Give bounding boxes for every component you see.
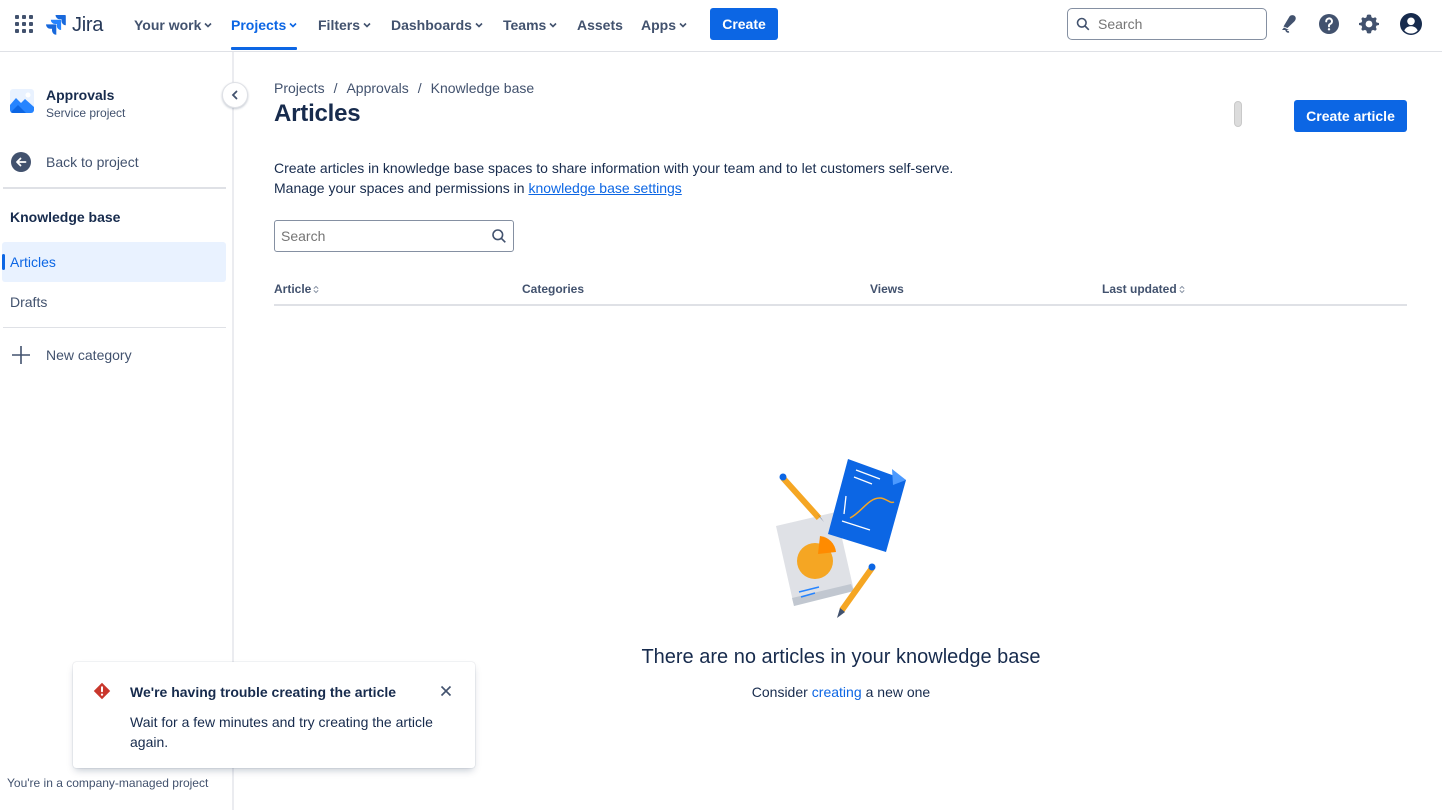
- nav-label: Assets: [577, 17, 623, 33]
- close-icon[interactable]: [437, 682, 455, 700]
- sidebar-divider: [3, 327, 226, 328]
- breadcrumb-separator: /: [333, 80, 338, 96]
- sidebar-item-label: Drafts: [10, 294, 48, 310]
- nav-label: Apps: [641, 17, 676, 33]
- nav-label: Dashboards: [391, 17, 472, 33]
- chevron-down-icon: [475, 22, 483, 28]
- jira-logo-icon: [46, 15, 66, 35]
- sort-icon: [1179, 285, 1185, 293]
- chevron-down-icon: [289, 22, 297, 28]
- column-header-views: Views: [870, 282, 904, 296]
- sidebar-divider: [3, 187, 226, 189]
- notifications-icon[interactable]: [1277, 12, 1301, 36]
- column-header-article[interactable]: Article: [274, 282, 319, 296]
- description-line: Create articles in knowledge base spaces…: [274, 160, 954, 176]
- search-icon: [492, 229, 506, 243]
- error-flag-title: We're having trouble creating the articl…: [130, 684, 397, 700]
- empty-state-text: Consider: [751, 684, 808, 700]
- chevron-down-icon: [549, 22, 557, 28]
- nav-label: Projects: [231, 17, 287, 33]
- project-type: Service project: [46, 106, 126, 120]
- project-avatar: [10, 89, 34, 113]
- top-navigation: Jira Your work Projects Filters Dashboar…: [0, 0, 1442, 52]
- sidebar-item-label: Articles: [10, 254, 56, 270]
- project-type-note: You're in a company-managed project: [7, 776, 209, 790]
- chevron-down-icon: [204, 22, 212, 28]
- nav-dashboards[interactable]: Dashboards: [391, 14, 483, 36]
- chevron-left-icon: [231, 90, 238, 100]
- new-category-label: New category: [46, 347, 132, 363]
- empty-state-text: a new one: [865, 684, 931, 700]
- jira-logo[interactable]: Jira: [46, 12, 103, 38]
- project-avatar-icon: [10, 89, 34, 113]
- nav-assets[interactable]: Assets: [577, 14, 623, 36]
- top-search-input[interactable]: [1098, 16, 1248, 32]
- search-icon: [1076, 17, 1090, 31]
- error-flag-message: Wait for a few minutes and try creating …: [130, 714, 433, 750]
- empty-state-illustration: [776, 459, 906, 618]
- error-flag: We're having trouble creating the articl…: [73, 662, 475, 768]
- breadcrumb-projects[interactable]: Projects: [274, 80, 325, 96]
- arrow-left-circle-icon: [11, 152, 31, 172]
- scrollbar-thumb[interactable]: [1234, 101, 1242, 127]
- column-header-last-updated[interactable]: Last updated: [1102, 282, 1185, 296]
- nav-apps[interactable]: Apps: [641, 14, 687, 36]
- knowledge-base-settings-link[interactable]: knowledge base settings: [528, 180, 681, 196]
- breadcrumb-separator: /: [417, 80, 422, 96]
- nav-label: Teams: [503, 17, 547, 33]
- article-search-input[interactable]: [281, 228, 491, 244]
- plus-icon: [12, 346, 30, 364]
- top-search-field[interactable]: [1067, 8, 1267, 40]
- app-switcher-icon[interactable]: [14, 14, 34, 34]
- articles-table-header: Article Categories Views Last updated: [274, 280, 1407, 306]
- back-to-project-link[interactable]: Back to project: [10, 150, 226, 174]
- sidebar-section-heading: Knowledge base: [10, 209, 121, 225]
- settings-icon[interactable]: [1357, 12, 1381, 36]
- create-article-button[interactable]: Create article: [1294, 100, 1407, 132]
- breadcrumb-knowledge-base[interactable]: Knowledge base: [431, 80, 535, 96]
- breadcrumb-approvals[interactable]: Approvals: [346, 80, 408, 96]
- back-to-project-label: Back to project: [46, 154, 139, 170]
- sidebar-item-articles[interactable]: Articles: [2, 242, 226, 282]
- column-header-categories: Categories: [522, 282, 584, 296]
- article-search-field[interactable]: [274, 220, 514, 252]
- column-label: Article: [274, 282, 312, 296]
- sidebar-item-drafts[interactable]: Drafts: [2, 282, 226, 322]
- profile-avatar-icon[interactable]: [1399, 12, 1423, 36]
- creating-link[interactable]: creating: [808, 684, 866, 700]
- nav-your-work[interactable]: Your work: [134, 14, 212, 36]
- nav-teams[interactable]: Teams: [503, 14, 557, 36]
- page-title: Articles: [274, 100, 361, 127]
- new-category-button[interactable]: New category: [10, 344, 132, 366]
- column-label: Categories: [522, 282, 585, 296]
- column-label: Views: [870, 282, 904, 296]
- create-button[interactable]: Create: [710, 8, 778, 40]
- page-description: Create articles in knowledge base spaces…: [274, 158, 953, 198]
- column-label: Last updated: [1102, 282, 1177, 296]
- nav-label: Filters: [318, 17, 361, 33]
- sort-icon: [313, 285, 319, 293]
- nav-filters[interactable]: Filters: [318, 14, 371, 36]
- error-icon: [93, 682, 111, 700]
- breadcrumb: Projects / Approvals / Knowledge base: [274, 80, 534, 96]
- chevron-down-icon: [679, 22, 687, 28]
- collapse-sidebar-button[interactable]: [222, 82, 248, 108]
- nav-projects[interactable]: Projects: [231, 14, 298, 50]
- project-name: Approvals: [46, 87, 115, 103]
- help-icon[interactable]: [1317, 12, 1341, 36]
- logo-text: Jira: [72, 13, 104, 36]
- nav-label: Your work: [134, 17, 202, 33]
- description-text: Manage your spaces and permissions in: [274, 180, 529, 196]
- description-line: Manage your spaces and permissions in kn…: [274, 178, 953, 198]
- chevron-down-icon: [363, 22, 371, 28]
